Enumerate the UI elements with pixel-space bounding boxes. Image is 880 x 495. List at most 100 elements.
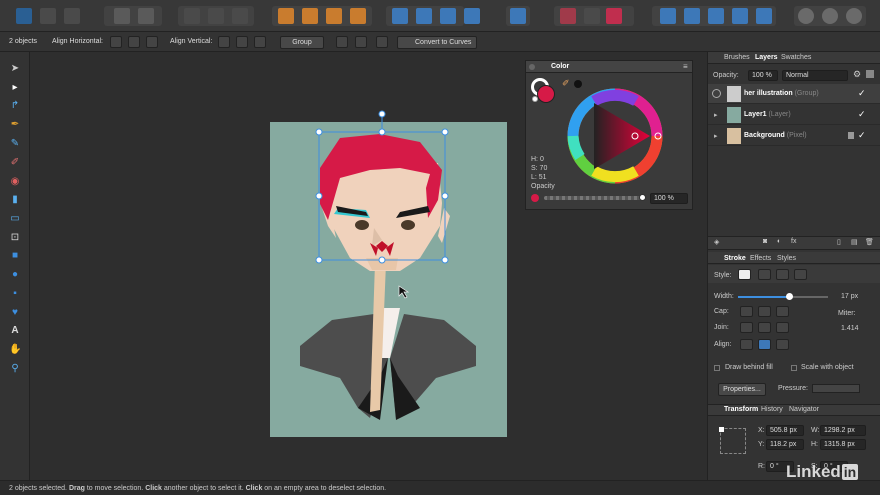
selection-bounds[interactable]: [312, 108, 452, 268]
fx-icon[interactable]: fx: [791, 238, 796, 245]
corner-tool-icon[interactable]: ↱: [9, 100, 21, 112]
fill-tool-icon[interactable]: ◉: [9, 176, 21, 188]
opacity-slider[interactable]: [544, 196, 642, 200]
align-middle-icon[interactable]: [236, 36, 248, 48]
mask-icon[interactable]: ◙: [763, 238, 767, 245]
preferences-icon[interactable]: [846, 8, 862, 24]
move-tool-icon[interactable]: ➤: [9, 63, 21, 75]
tab-brushes[interactable]: Brushes: [724, 54, 750, 61]
rounded-rectangle-icon[interactable]: ▪: [9, 288, 21, 300]
tab-effects[interactable]: Effects: [750, 255, 771, 262]
back-one-icon[interactable]: [278, 8, 294, 24]
width-slider-knob[interactable]: [786, 293, 793, 300]
lock-icon[interactable]: [848, 132, 854, 139]
snap-grid-icon[interactable]: [232, 8, 248, 24]
expand-arrow-icon[interactable]: ▸: [714, 132, 718, 140]
new-layer-icon[interactable]: ▯: [837, 238, 841, 246]
scale-with-object-checkbox[interactable]: [791, 365, 797, 371]
handle-middle-right[interactable]: [441, 192, 449, 200]
insert-target-icon[interactable]: [560, 8, 576, 24]
visibility-check-icon[interactable]: ✓: [858, 88, 866, 99]
text-tool-icon[interactable]: A: [9, 325, 21, 337]
zoom-tool-icon[interactable]: ⚲: [9, 363, 21, 375]
handle-top-left[interactable]: [315, 128, 323, 136]
group-button[interactable]: Group: [280, 36, 324, 49]
convert-to-curves-button[interactable]: Convert to Curves: [397, 36, 477, 49]
align-right-icon[interactable]: [146, 36, 158, 48]
align-center-icon[interactable]: [128, 36, 140, 48]
delete-layer-icon[interactable]: 🗑: [865, 238, 874, 246]
close-icon[interactable]: [529, 64, 535, 70]
visibility-check-icon[interactable]: ✓: [858, 130, 866, 141]
hand-tool-icon[interactable]: ✋: [9, 344, 21, 356]
tab-styles[interactable]: Styles: [777, 255, 796, 262]
place-image-icon[interactable]: ▭: [9, 213, 21, 225]
add-icon[interactable]: [660, 8, 676, 24]
layer-row[interactable]: her illustration (Group) ✓: [708, 84, 880, 104]
transform-objects-icon[interactable]: [355, 36, 367, 48]
panel-menu-icon[interactable]: ≡: [683, 62, 688, 71]
layer-row[interactable]: ▸ Layer1 (Layer) ✓: [708, 105, 880, 125]
brush-stroke-icon[interactable]: [794, 269, 807, 280]
divide-icon[interactable]: [756, 8, 772, 24]
snap-icon[interactable]: [184, 8, 200, 24]
speech-bubble-icon[interactable]: [798, 8, 814, 24]
blend-mode-select[interactable]: Normal: [782, 70, 848, 81]
expand-icon[interactable]: [712, 89, 721, 98]
pressure-curve[interactable]: [812, 384, 860, 393]
transparency-tool-icon[interactable]: ▮: [9, 194, 21, 206]
insert-inside-icon[interactable]: [606, 8, 622, 24]
tab-stroke[interactable]: Stroke: [724, 255, 746, 262]
bevel-join-icon[interactable]: [776, 322, 789, 333]
visibility-check-icon[interactable]: ✓: [858, 109, 866, 120]
opacity-field[interactable]: 100 %: [650, 193, 688, 204]
tab-swatches[interactable]: Swatches: [781, 54, 811, 61]
opacity-slider-knob[interactable]: [639, 194, 646, 201]
align-top-icon[interactable]: [218, 36, 230, 48]
crop-tool-icon[interactable]: ⊡: [9, 232, 21, 244]
handle-middle-left[interactable]: [315, 192, 323, 200]
ellipse-tool-icon[interactable]: ●: [9, 269, 21, 281]
rectangle-tool-icon[interactable]: ■: [9, 250, 21, 262]
butt-cap-icon[interactable]: [740, 306, 753, 317]
brush-tool-icon[interactable]: ✐: [9, 157, 21, 169]
flip-vertical-icon[interactable]: [416, 8, 432, 24]
node-tool-icon[interactable]: ▸: [9, 82, 21, 94]
layer-lock-icon[interactable]: [866, 70, 874, 78]
handle-bottom-left[interactable]: [315, 256, 323, 264]
rotate-ccw-icon[interactable]: [464, 8, 480, 24]
align-inside-icon[interactable]: [740, 339, 753, 350]
assistant-icon[interactable]: [822, 8, 838, 24]
properties-button[interactable]: Properties...: [718, 383, 766, 396]
anchor-point[interactable]: [719, 427, 724, 432]
pixel-persona-icon[interactable]: [40, 8, 56, 24]
round-cap-icon[interactable]: [758, 306, 771, 317]
group-layers-icon[interactable]: ▤: [851, 238, 858, 246]
handle-bottom-right[interactable]: [441, 256, 449, 264]
draw-behind-fill-checkbox[interactable]: [714, 365, 720, 371]
handle-top-middle[interactable]: [378, 128, 386, 136]
adjustment-icon[interactable]: ◐: [777, 238, 781, 245]
xor-icon[interactable]: [732, 8, 748, 24]
export-persona-icon[interactable]: [64, 8, 80, 24]
handle-bottom-middle[interactable]: [378, 256, 386, 264]
rotation-handle[interactable]: [378, 110, 386, 118]
align-icon[interactable]: [510, 8, 526, 24]
align-center-stroke-icon[interactable]: [758, 339, 771, 350]
subtract-icon[interactable]: [684, 8, 700, 24]
rotate-icon[interactable]: [440, 8, 456, 24]
align-outside-icon[interactable]: [776, 339, 789, 350]
layer-row[interactable]: ▸ Background (Pixel) ✓: [708, 126, 880, 146]
clip-icon[interactable]: [138, 8, 154, 24]
intersect-icon[interactable]: [708, 8, 724, 24]
miter-join-icon[interactable]: [740, 322, 753, 333]
designer-persona-icon[interactable]: [16, 8, 32, 24]
x-field[interactable]: 505.8 px: [766, 425, 804, 436]
y-field[interactable]: 118.2 px: [766, 439, 804, 450]
heart-shape-icon[interactable]: ♥: [9, 307, 21, 319]
flip-horizontal-icon[interactable]: [392, 8, 408, 24]
miter-value[interactable]: 1.414: [841, 325, 859, 332]
layer-opacity-field[interactable]: 100 %: [748, 70, 778, 81]
expand-arrow-icon[interactable]: ▸: [714, 111, 718, 119]
to-front-icon[interactable]: [350, 8, 366, 24]
